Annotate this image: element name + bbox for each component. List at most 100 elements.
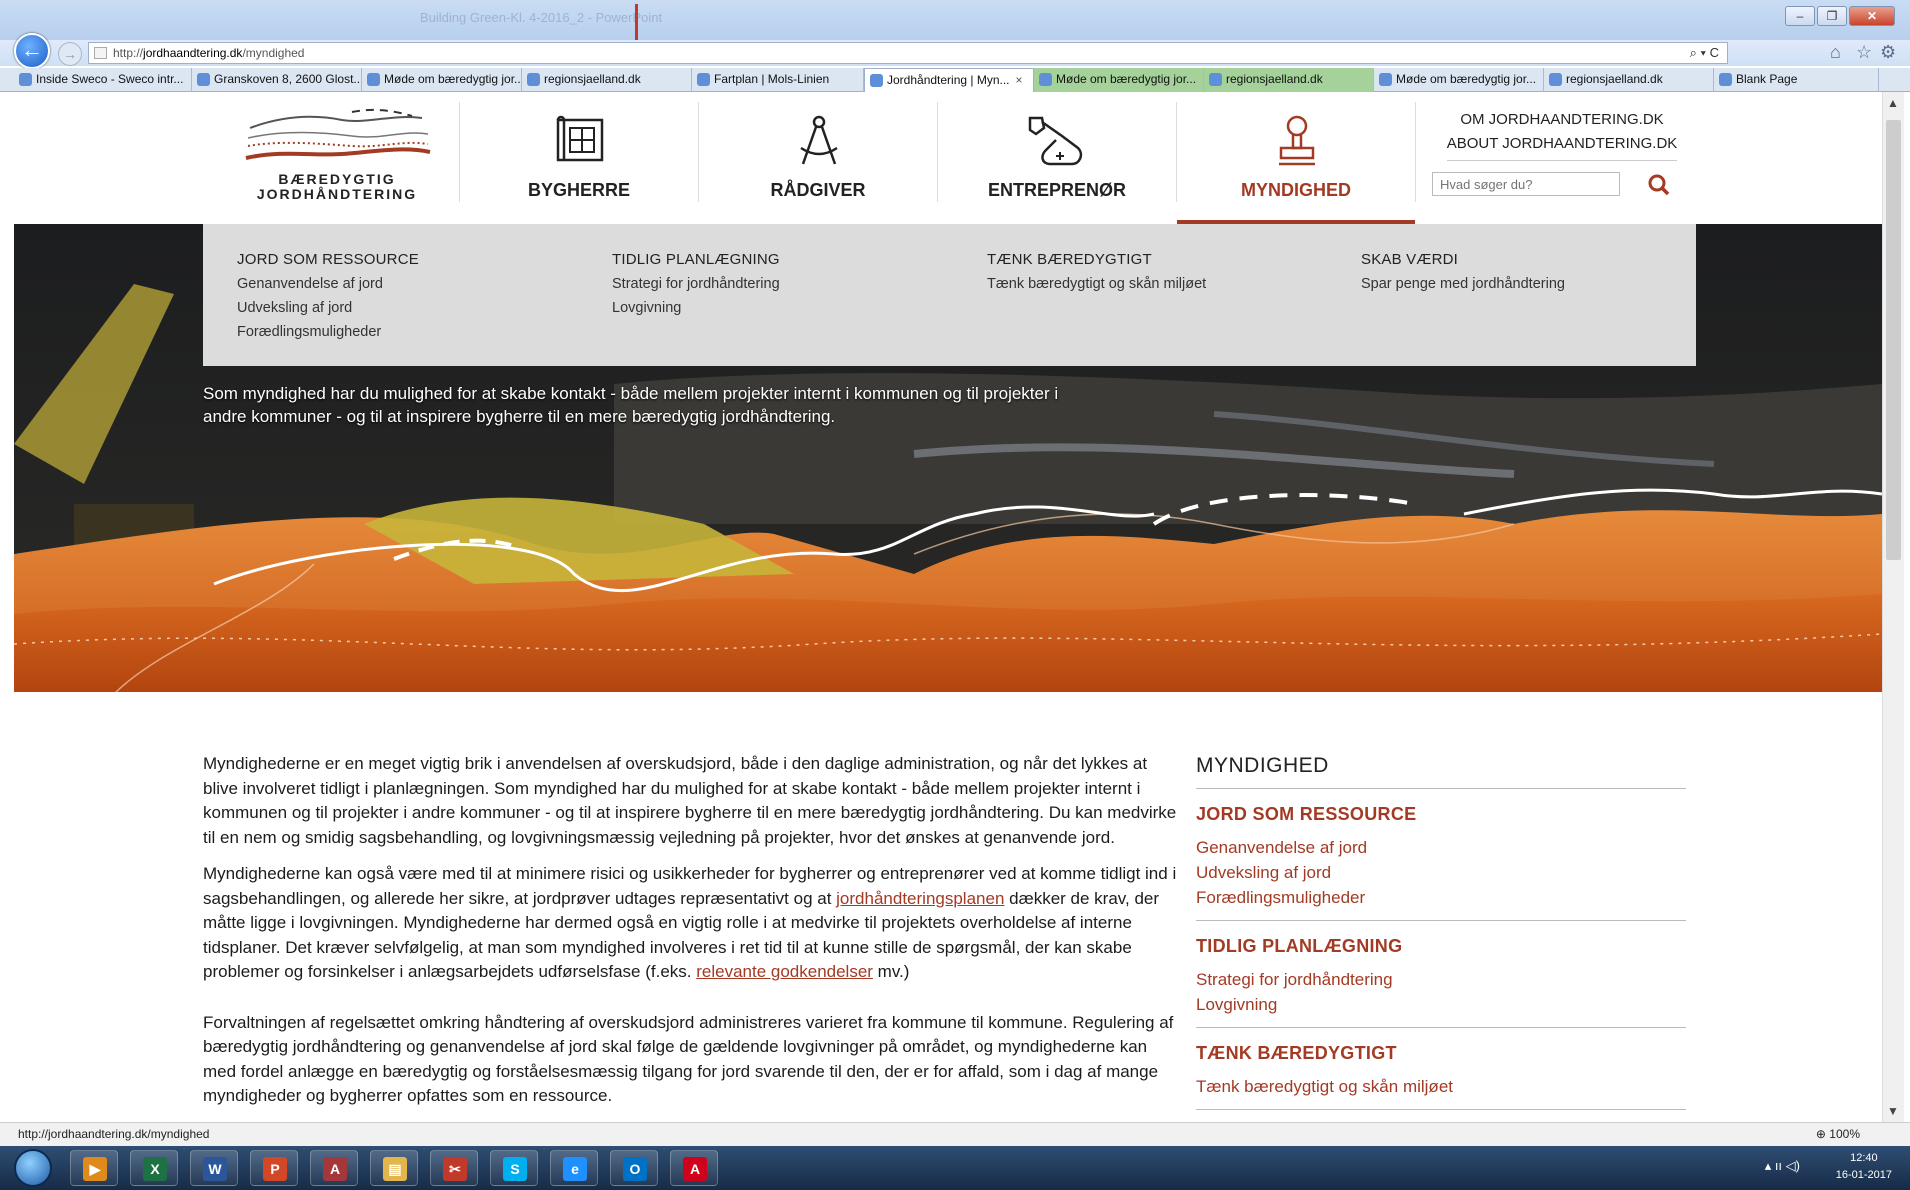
logo-text: BÆREDYGTIG JORDHÅNDTERING [242,172,432,202]
browser-tab[interactable]: Fartplan | Mols-Linien [692,68,864,92]
tab-favicon-icon [19,73,32,86]
taskbar-app-button[interactable]: ▤ [370,1150,418,1186]
browser-tab[interactable]: Møde om bæredygtig jor... [362,68,522,92]
page-scrollbar[interactable]: ▲ ▼ [1882,92,1904,1122]
menu-col-tidlig-planlaegning: TIDLIG PLANLÆGNING Strategi for jordhånd… [612,248,780,320]
scrollbar-thumb[interactable] [1886,120,1901,560]
sidebar-link[interactable]: Lovgivning [1196,992,1686,1017]
header-divider [1415,102,1416,202]
clock-date: 16-01-2017 [1835,1169,1892,1181]
taskbar-app-button[interactable]: ✂ [430,1150,478,1186]
address-bar[interactable]: http://jordhaandtering.dk/myndighed ⌕ ▾ … [88,42,1728,64]
excavator-icon [1028,116,1083,166]
home-icon[interactable]: ⌂ [1830,42,1841,63]
paragraph-2: Myndighederne kan også være med til at m… [203,862,1178,985]
taskbar-app-button[interactable]: S [490,1150,538,1186]
relevante-godkendelser-link[interactable]: relevante godkendelser [696,962,873,981]
minimize-button[interactable]: – [1785,6,1815,26]
forward-button[interactable]: → [58,42,82,66]
hero-intro-text: Som myndighed har du mulighed for at ska… [203,382,1153,428]
sidebar-heading[interactable]: TÆNK BÆREDYGTIGT [1196,1040,1686,1066]
taskbar-app-button[interactable]: P [250,1150,298,1186]
sidebar-link[interactable]: Tænk bæredygtigt og skån miljøet [1196,1074,1686,1099]
skype-icon: S [503,1157,527,1181]
sidebar-section-tidlig-planlaegning: TIDLIG PLANLÆGNING Strategi for jordhånd… [1196,921,1686,1028]
menu-link[interactable]: Strategi for jordhåndtering [612,272,780,296]
browser-tab[interactable]: regionsjaelland.dk [1204,68,1374,92]
menu-link[interactable]: Forædlingsmuligheder [237,320,419,344]
tab-favicon-icon [870,74,883,87]
taskbar-app-button[interactable]: A [670,1150,718,1186]
jordhaandteringsplanen-link[interactable]: jordhåndteringsplanen [836,889,1004,908]
favorites-star-icon[interactable]: ☆ [1856,42,1872,63]
address-controls[interactable]: ⌕ ▾ C [1690,43,1719,63]
menu-heading[interactable]: SKAB VÆRDI [1361,248,1565,272]
browser-tab[interactable]: regionsjaelland.dk [522,68,692,92]
search-input[interactable] [1432,172,1620,196]
back-button[interactable]: ← [14,33,50,69]
settings-gear-icon[interactable]: ⚙ [1880,42,1896,63]
maximize-button[interactable]: ❐ [1817,6,1847,26]
menu-link[interactable]: Genanvendelse af jord [237,272,419,296]
url-host: jordhaandtering.dk [143,46,243,60]
access-icon: A [323,1157,347,1181]
paragraph-3: Forvaltningen af regelsættet omkring hån… [203,1012,1174,1106]
scroll-up-arrow-icon[interactable]: ▲ [1887,96,1899,110]
tab-close-icon[interactable]: × [1016,73,1023,87]
sidebar-link[interactable]: Udveksling af jord [1196,860,1686,885]
stamp-icon [1279,115,1315,166]
about-link-da[interactable]: OM JORDHAANDTERING.DK [1422,108,1702,132]
browser-tab[interactable]: Jordhåndtering | Myn... × [864,68,1034,92]
window-title: Building Green-Kl. 4-2016_2 - PowerPoint [420,10,663,25]
search-icon[interactable] [1646,172,1672,198]
tray-icons[interactable]: ▴ ıı ◁) [1765,1158,1800,1174]
browser-tab[interactable]: Granskoven 8, 2600 Glost... [192,68,362,92]
url-path: /myndighed [242,46,305,60]
menu-heading[interactable]: TÆNK BÆREDYGTIGT [987,248,1206,272]
menu-heading[interactable]: TIDLIG PLANLÆGNING [612,248,780,272]
browser-tab[interactable]: Blank Page [1714,68,1879,92]
menu-link[interactable]: Tænk bæredygtigt og skån miljøet [987,272,1206,296]
window-titlebar: Building Green-Kl. 4-2016_2 - PowerPoint… [0,0,1910,46]
nav-entreprenoer[interactable]: ENTREPRENØR [938,92,1176,224]
page-icon [94,47,107,59]
sidebar-link[interactable]: Strategi for jordhåndtering [1196,967,1686,992]
about-link-en[interactable]: ABOUT JORDHAANDTERING.DK [1422,132,1702,156]
menu-link[interactable]: Lovgivning [612,296,780,320]
menu-link[interactable]: Udveksling af jord [237,296,419,320]
nav-bygherre-label: BYGHERRE [527,180,630,200]
browser-tab[interactable]: Møde om bæredygtig jor... [1034,68,1204,92]
browser-tab[interactable]: Møde om bæredygtig jor... [1374,68,1544,92]
sidebar-heading[interactable]: JORD SOM RESSOURCE [1196,801,1686,827]
scroll-down-arrow-icon[interactable]: ▼ [1887,1104,1899,1118]
excel-icon: X [143,1157,167,1181]
taskbar-app-button[interactable]: e [550,1150,598,1186]
clock[interactable]: 12:40 16-01-2017 [1836,1150,1892,1184]
nav-raadgiver[interactable]: RÅDGIVER [699,92,937,224]
menu-heading[interactable]: JORD SOM RESSOURCE [237,248,419,272]
window-controls: – ❐ ✕ [1785,6,1895,26]
taskbar-app-button[interactable]: O [610,1150,658,1186]
menu-link[interactable]: Spar penge med jordhåndtering [1361,272,1565,296]
taskbar-app-button[interactable]: W [190,1150,238,1186]
sidebar-heading[interactable]: TIDLIG PLANLÆGNING [1196,933,1686,959]
start-button[interactable] [14,1149,52,1187]
taskbar-app-button[interactable]: ▶ [70,1150,118,1186]
zoom-value: 100% [1829,1127,1860,1141]
taskbar-app-button[interactable]: X [130,1150,178,1186]
close-window-button[interactable]: ✕ [1849,6,1895,26]
file-explorer-icon: ▤ [383,1157,407,1181]
browser-tab[interactable]: Inside Sweco - Sweco intr... [14,68,192,92]
taskbar-app-button[interactable]: A [310,1150,358,1186]
nav-myndighed-label: MYNDIGHED [1240,180,1351,200]
tab-strip: Inside Sweco - Sweco intr... Granskoven 8… [0,68,1910,92]
tab-favicon-icon [697,73,710,86]
browser-tab[interactable]: regionsjaelland.dk [1544,68,1714,92]
site-logo[interactable]: BÆREDYGTIG JORDHÅNDTERING [242,106,432,211]
nav-myndighed[interactable]: MYNDIGHED [1177,92,1415,224]
powerpoint-icon: P [263,1157,287,1181]
sidebar-link[interactable]: Genanvendelse af jord [1196,835,1686,860]
sidebar-link[interactable]: Forædlingsmuligheder [1196,885,1686,910]
zoom-level[interactable]: ⊕ 100% [1816,1123,1860,1145]
nav-bygherre[interactable]: BYGHERRE [460,92,698,224]
